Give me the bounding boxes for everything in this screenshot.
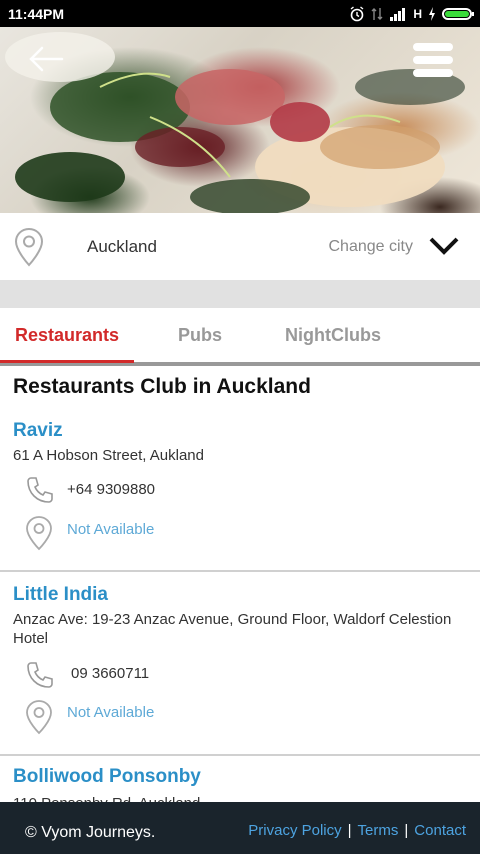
category-tabs: Restaurants Pubs NightClubs — [0, 308, 480, 366]
tab-nightclubs[interactable]: NightClubs — [266, 308, 400, 362]
city-selector[interactable]: Auckland Change city — [0, 213, 480, 280]
tab-pubs[interactable]: Pubs — [134, 308, 266, 362]
alarm-icon — [350, 5, 364, 21]
battery-icon — [442, 7, 474, 20]
data-transfer-icon — [371, 7, 383, 20]
restaurant-name[interactable]: Raviz — [13, 420, 63, 442]
restaurant-list[interactable]: Restaurants Club in Auckland Raviz 61 A … — [0, 366, 480, 802]
status-icons: H — [349, 5, 474, 22]
restaurant-address: Anzac Ave: 19-23 Anzac Avenue, Ground Fl… — [13, 611, 452, 647]
food-illustration — [5, 32, 465, 213]
hero-food-image — [0, 27, 480, 213]
status-time: 11:44PM — [8, 5, 65, 22]
link-separator: | — [404, 822, 409, 839]
current-city: Auckland — [87, 237, 157, 256]
divider-strip — [0, 280, 480, 308]
phone-icon — [27, 662, 53, 688]
chevron-down-icon[interactable] — [428, 235, 460, 257]
active-tab-indicator — [0, 360, 134, 363]
signal-icon — [390, 7, 406, 21]
status-bar: 11:44PM H — [0, 0, 480, 27]
location-pin-icon — [26, 700, 52, 735]
list-item: Bolliwood Ponsonby 110 Ponsonby Rd, Auck… — [0, 756, 480, 802]
footer-links: Privacy Policy | Terms | Contact — [248, 822, 466, 839]
phone-icon — [27, 477, 53, 503]
location-pin-icon — [14, 227, 44, 267]
back-arrow-icon[interactable] — [28, 45, 64, 73]
restaurant-phone[interactable]: 09 3660711 — [71, 665, 149, 682]
footer: © Vyom Journeys. Privacy Policy | Terms … — [0, 802, 480, 854]
restaurant-location[interactable]: Not Available — [67, 521, 154, 538]
restaurant-name[interactable]: Little India — [13, 584, 108, 606]
contact-link[interactable]: Contact — [414, 822, 466, 839]
section-title: Restaurants Club in Auckland — [13, 375, 311, 398]
privacy-policy-link[interactable]: Privacy Policy — [248, 822, 341, 839]
restaurant-address: 61 A Hobson Street, Aukland — [13, 447, 204, 464]
restaurant-name[interactable]: Bolliwood Ponsonby — [13, 766, 201, 788]
change-city-link[interactable]: Change city — [329, 238, 414, 256]
charging-icon — [429, 6, 435, 21]
copyright-text: © Vyom Journeys. — [25, 824, 156, 841]
list-item: Raviz 61 A Hobson Street, Aukland +64 93… — [0, 416, 480, 572]
restaurant-location[interactable]: Not Available — [67, 704, 154, 721]
location-pin-icon — [26, 516, 52, 551]
link-separator: | — [347, 822, 352, 839]
restaurant-phone[interactable]: +64 9309880 — [67, 481, 155, 498]
tab-restaurants[interactable]: Restaurants — [0, 308, 134, 362]
hamburger-menu-icon[interactable] — [412, 39, 454, 81]
app-screen: 11:44PM H Auckland Change city Restauran… — [0, 0, 480, 854]
terms-link[interactable]: Terms — [358, 822, 399, 839]
restaurant-address: 110 Ponsonby Rd, Auckland — [13, 794, 453, 802]
list-item: Little India Anzac Ave: 19-23 Anzac Aven… — [0, 572, 480, 756]
network-type: H — [413, 6, 422, 21]
